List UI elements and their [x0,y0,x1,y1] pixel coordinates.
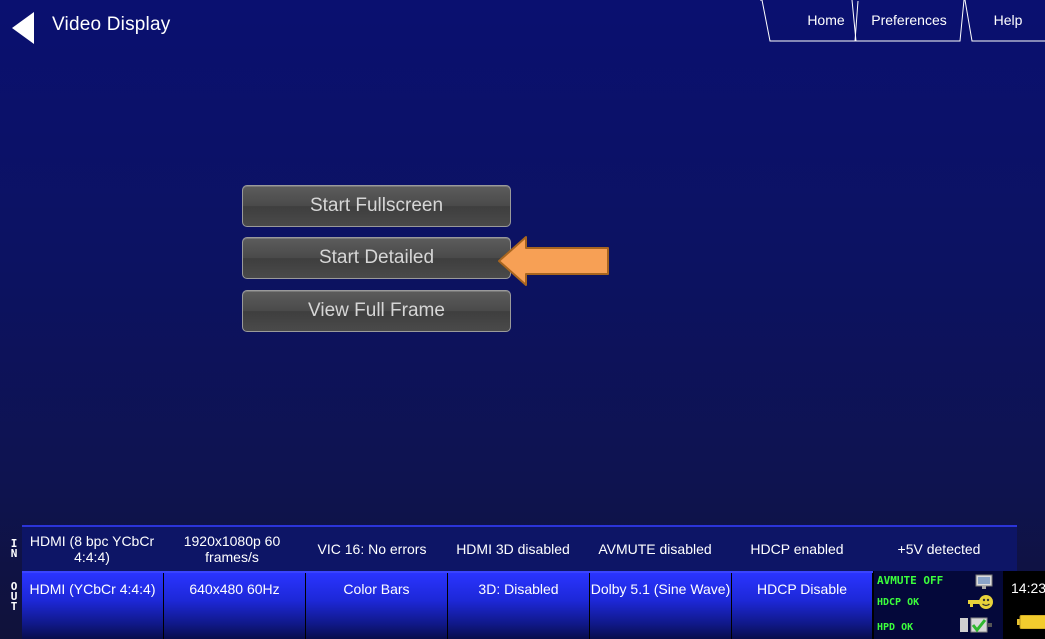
input-vic: VIC 16: No errors [317,541,427,557]
tab-help[interactable]: Help [978,12,1038,28]
output-interface-button[interactable]: HDMI (YCbCr 4:4:4) [22,573,164,639]
output-image-button[interactable]: Color Bars [306,573,448,639]
input-3d-status: HDMI 3D disabled [456,541,570,557]
input-status-strip: HDMI (8 bpc YCbCr 4:4:4) 1920x1080p 60 f… [22,525,1017,571]
input-interface: HDMI (8 bpc YCbCr 4:4:4) [29,533,155,565]
input-timing: 1920x1080p 60 frames/s [183,533,281,565]
hdcp-key-icon [968,595,993,609]
top-navigation: Home Preferences Help [760,0,1045,42]
output-3d-button[interactable]: 3D: Disabled [448,573,590,639]
input-hdcp-status: HDCP enabled [750,541,844,557]
input-avmute-status: AVMUTE disabled [598,541,712,557]
battery-icon [1017,615,1045,629]
clock-panel: 14:23 [1003,571,1045,639]
hpd-status: HPD OK [877,622,914,633]
output-timing-button[interactable]: 640x480 60Hz [164,573,306,639]
tab-home[interactable]: Home [796,12,856,28]
input-5v-status: +5V detected [897,541,981,557]
hpd-check-icon [960,617,992,633]
pointer-arrow-icon [498,236,609,286]
view-full-frame-button[interactable]: View Full Frame [242,290,511,332]
output-hdcp-button[interactable]: HDCP Disable [732,573,873,639]
video-display-screen: Video Display Home Preferences Help Star… [0,0,1045,639]
clock-time: 14:23 [1011,580,1045,596]
page-title: Video Display [52,14,171,35]
start-detailed-button[interactable]: Start Detailed [242,237,511,279]
avmute-status: AVMUTE OFF [877,574,944,587]
start-fullscreen-button[interactable]: Start Fullscreen [242,185,511,227]
back-button[interactable] [8,10,40,46]
monitor-icon [975,574,993,589]
output-row-label: OUT [10,580,18,613]
output-audio-button[interactable]: Dolby 5.1 (Sine Wave) [590,573,732,639]
input-row-label: IN [10,537,18,560]
back-arrow-icon [12,12,34,44]
link-status-panel[interactable]: AVMUTE OFF HDCP OK HPD OK [873,571,1003,639]
hdcp-status: HDCP OK [877,597,920,608]
tab-preferences[interactable]: Preferences [860,12,958,28]
